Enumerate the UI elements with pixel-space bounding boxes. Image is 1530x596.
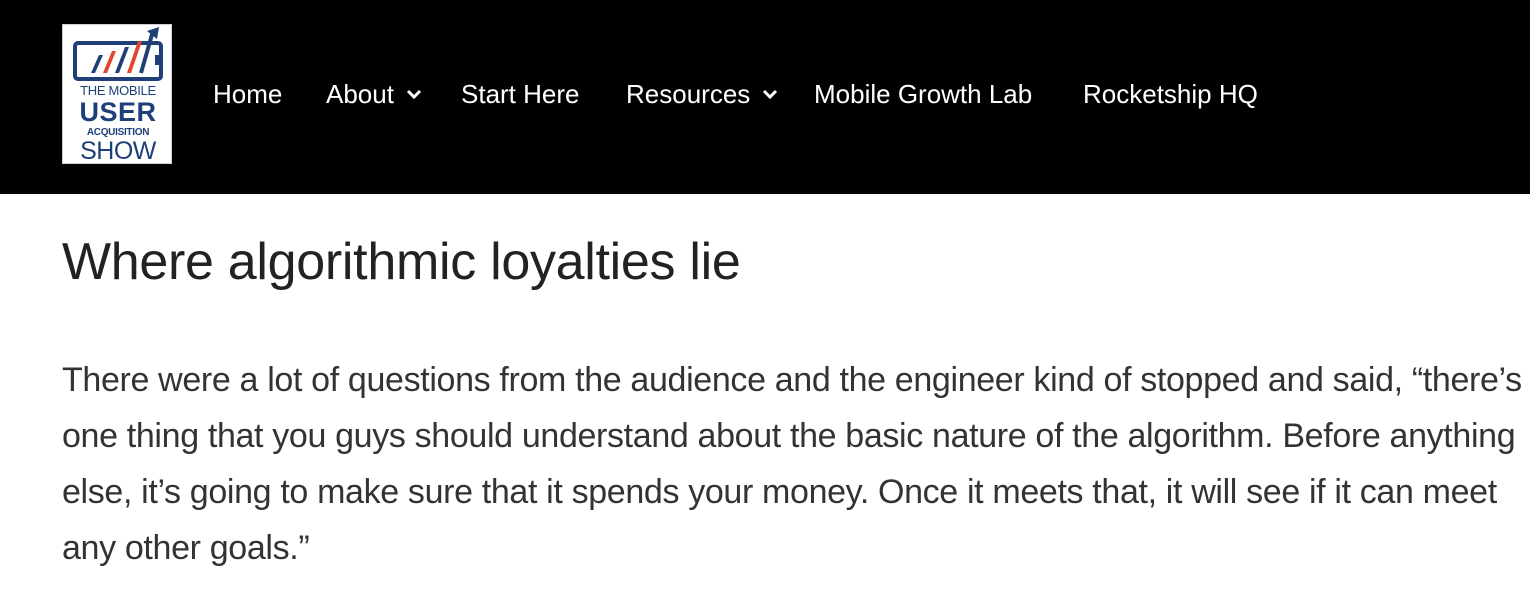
article-paragraph: There were a lot of questions from the a… [62, 361, 1522, 567]
chevron-down-icon[interactable] [406, 89, 422, 100]
nav-item-mobile-growth-lab[interactable]: Mobile Growth Lab [814, 76, 1032, 112]
logo-text-line2: USER [79, 97, 157, 127]
nav-item-label: Mobile Growth Lab [814, 79, 1033, 109]
nav-item-label: Resources [626, 79, 751, 109]
nav-item-home[interactable]: Home [213, 76, 282, 112]
nav-item-label: Rocketship HQ [1083, 79, 1258, 109]
rising-bar-chart-phone-icon [73, 27, 163, 81]
nav-item-rocketship-hq[interactable]: Rocketship HQ [1083, 76, 1258, 112]
nav-item-label: Home [213, 79, 283, 109]
nav-item-about[interactable]: About [326, 76, 422, 112]
nav-item-resources[interactable]: Resources [626, 76, 778, 112]
nav-item-label: About [326, 79, 394, 109]
nav-item-label: Start Here [461, 79, 580, 109]
logo-text-line4: SHOW [80, 137, 156, 165]
site-header: THE MOBILE USER ACQUISITION SHOW Home Ab… [0, 0, 1530, 194]
site-logo[interactable]: THE MOBILE USER ACQUISITION SHOW [62, 24, 172, 165]
nav-item-start-here[interactable]: Start Here [461, 76, 580, 112]
logo-text-line1: THE MOBILE [80, 83, 156, 98]
chevron-down-icon[interactable] [762, 89, 778, 100]
article-title: Where algorithmic loyalties lie [62, 233, 741, 291]
